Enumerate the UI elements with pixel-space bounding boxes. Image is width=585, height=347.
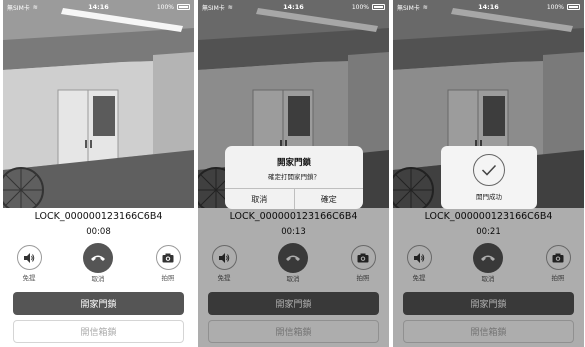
camera-feed <box>3 0 194 208</box>
snapshot-button[interactable] <box>155 245 181 270</box>
hangup-control[interactable]: 取消 <box>81 243 115 283</box>
battery-percent: 100% <box>156 3 174 11</box>
open-mailbox-button[interactable]: 開信箱鎖 <box>13 320 184 343</box>
dialog-cancel-button[interactable]: 取消 <box>225 189 294 209</box>
battery-percent: 100% <box>351 3 369 11</box>
open-door-button[interactable]: 開家門鎖 <box>13 292 184 315</box>
hangup-label: 取消 <box>91 275 105 283</box>
battery-icon <box>372 4 385 10</box>
confirm-dialog: 開家門鎖 確定打開家門鎖？ 取消 確定 <box>225 146 363 209</box>
battery-icon <box>567 4 580 10</box>
dialog-message: 確定打開家門鎖？ <box>268 173 320 181</box>
toast-message: 開門成功 <box>476 193 502 201</box>
snapshot-label: 拍照 <box>161 274 175 282</box>
carrier-label: 無SIM卡 <box>202 4 225 12</box>
status-bar: 無SIM卡 ≋ 14:16 100% <box>393 0 584 14</box>
carrier-label: 無SIM卡 <box>397 4 420 12</box>
status-time: 14:16 <box>88 3 109 11</box>
dialog-title: 開家門鎖 <box>276 158 311 168</box>
dialog-confirm-button[interactable]: 確定 <box>293 189 364 209</box>
wifi-icon: ≋ <box>32 3 38 11</box>
speaker-button[interactable] <box>16 245 42 270</box>
status-bar: 無SIM卡 ≋ 14:16 100% <box>198 0 389 14</box>
wifi-icon: ≋ <box>422 3 428 11</box>
wifi-icon: ≋ <box>227 3 233 11</box>
checkmark-icon <box>473 154 505 186</box>
camera-icon <box>162 253 174 262</box>
screen-calling: 無SIM卡 ≋ 14:16 100% LOCK_000000123166C6B4… <box>3 0 194 347</box>
call-timer: 00:08 <box>86 227 111 237</box>
battery-percent: 100% <box>546 3 564 11</box>
speaker-control[interactable]: 免提 <box>12 245 46 282</box>
status-bar: 無SIM卡 ≋ 14:16 100% <box>3 0 194 14</box>
phone-hangup-icon <box>91 255 105 261</box>
battery-icon <box>177 4 190 10</box>
snapshot-control[interactable]: 拍照 <box>151 245 185 282</box>
carrier-label: 無SIM卡 <box>7 4 30 12</box>
status-time: 14:16 <box>283 3 304 11</box>
screen-open-success: 無SIM卡 ≋ 14:16 100% LOCK_000000123166C6B4… <box>393 0 584 347</box>
speaker-label: 免提 <box>22 274 36 282</box>
speaker-icon <box>24 252 35 263</box>
success-toast: 開門成功 <box>441 146 537 209</box>
status-time: 14:16 <box>478 3 499 11</box>
hangup-button[interactable] <box>83 243 113 273</box>
screen-confirm-dialog: 無SIM卡 ≋ 14:16 100% LOCK_000000123166C6B4… <box>198 0 389 347</box>
device-id: LOCK_000000123166C6B4 <box>34 211 163 222</box>
